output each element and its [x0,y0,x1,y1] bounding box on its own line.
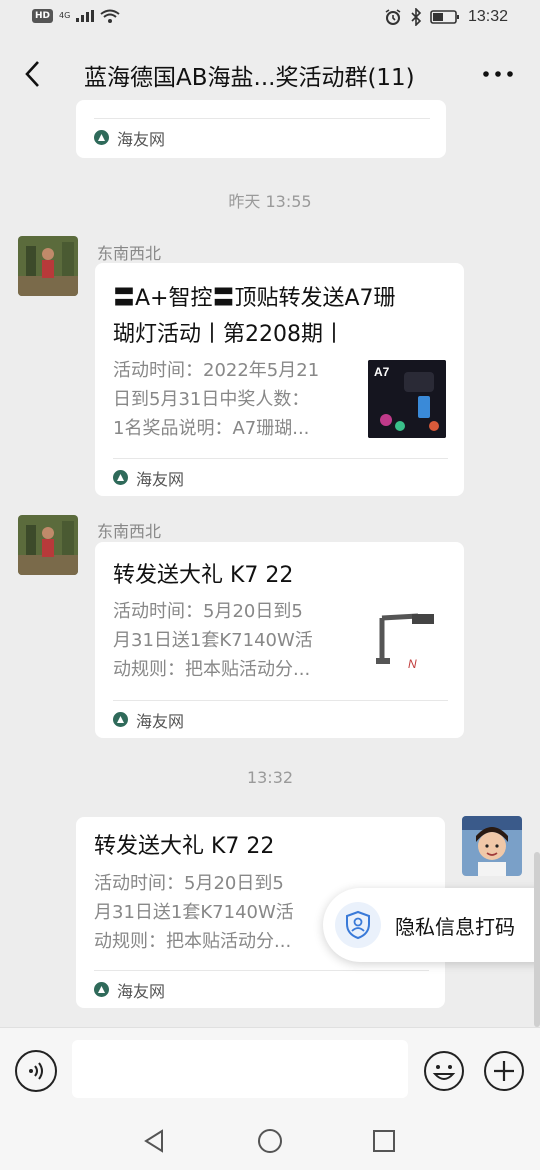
source-logo-icon [94,982,109,997]
card-thumbnail: N [368,602,446,680]
more-dots-icon [483,71,513,77]
card-desc-line: 月31日送1套K7140W活 [94,902,294,923]
source-logo-icon [113,470,128,485]
card-title-line: 〓A+智控〓顶贴转发送A7珊 [113,286,396,311]
status-right: 13:32 [384,8,508,26]
message-input[interactable] [72,1040,408,1098]
card-source: 海友网 [113,700,448,738]
square-recents-icon [373,1130,395,1152]
more-functions-button[interactable] [483,1050,525,1092]
privacy-shield-icon [335,902,381,948]
system-recents-button[interactable] [367,1124,401,1158]
status-left: HD 4G [32,9,120,23]
hd-badge: HD [32,9,54,23]
network-type: 4G [59,11,71,20]
thumb-label: A7 [374,365,390,379]
source-label: 海友网 [136,711,185,731]
clock: 13:32 [467,8,508,25]
link-card[interactable]: 〓A+智控〓顶贴转发送A7珊 瑚灯活动丨第2208期丨 活动时间：2022年5月… [95,263,464,496]
privacy-mask-button[interactable]: 隐私信息打码 [323,888,540,962]
card-description: 活动时间：5月20日到5 月31日送1套K7140W活 动规则：把本贴活动分..… [94,869,294,956]
card-description: 活动时间：5月20日到5 月31日送1套K7140W活 动规则：把本贴活动分..… [113,597,313,684]
smiley-icon [424,1051,464,1091]
system-back-button[interactable] [137,1124,171,1158]
card-desc-line: 日到5月31日中奖人数： [113,389,310,410]
card-source: 海友网 [113,458,448,496]
source-label: 海友网 [117,129,166,149]
card-desc-line: 动规则：把本贴活动分... [113,659,311,680]
bluetooth-icon [411,8,422,26]
battery-icon [430,10,459,24]
signal-icon [76,10,95,22]
card-title: 转发送大礼 K7 22 [113,563,294,588]
card-desc-line: 活动时间：2022年5月21 [113,360,320,381]
chat-title: 蓝海德国AB海盐...奖活动群(11) [84,65,415,91]
plus-icon [484,1051,524,1091]
card-source: 海友网 [94,970,429,1008]
sender-name: 东南西北 [97,522,162,541]
scrollbar[interactable] [534,852,540,1027]
circle-home-icon [258,1129,282,1153]
voice-button[interactable] [15,1050,57,1092]
wifi-icon [100,9,120,23]
self-avatar[interactable] [462,816,522,876]
system-nav-bar [0,1110,540,1170]
source-label: 海友网 [117,981,166,1001]
card-source: 海友网 [94,118,430,156]
thumb-label: N [408,657,417,671]
avatar[interactable] [18,515,78,575]
sender-name: 东南西北 [97,244,162,263]
status-bar: HD 4G 13:32 [0,0,540,38]
triangle-back-icon [144,1129,163,1153]
source-logo-icon [94,130,109,145]
card-description: 活动时间：2022年5月21 日到5月31日中奖人数： 1名奖品说明：A7珊瑚.… [113,356,319,443]
card-thumbnail: A7 [368,360,446,438]
card-desc-line: 活动时间：5月20日到5 [113,601,303,622]
timestamp: 昨天 13:55 [228,192,312,211]
card-title: 〓A+智控〓顶贴转发送A7珊 瑚灯活动丨第2208期丨 [113,281,446,353]
card-title: 转发送大礼 K7 22 [94,834,275,859]
input-bar [0,1027,540,1110]
card-title-line: 瑚灯活动丨第2208期丨 [113,322,345,347]
alarm-icon [385,9,401,25]
more-button[interactable] [478,58,518,90]
privacy-mask-label: 隐私信息打码 [395,914,515,939]
back-button[interactable] [14,54,50,94]
card-desc-line: 月31日送1套K7140W活 [113,630,313,651]
link-card[interactable]: 转发送大礼 K7 22 活动时间：5月20日到5 月31日送1套K7140W活 … [95,542,464,738]
card-desc-line: 活动时间：5月20日到5 [94,873,284,894]
source-label: 海友网 [136,469,185,489]
system-home-button[interactable] [253,1124,287,1158]
card-desc-line: 动规则：把本贴活动分... [94,931,292,952]
link-card-partial[interactable]: 海友网 [76,100,446,158]
chevron-left-icon [25,61,39,87]
voice-icon [29,1062,43,1080]
card-desc-line: 1名奖品说明：A7珊瑚... [113,418,310,439]
emoji-button[interactable] [423,1050,465,1092]
source-logo-icon [113,712,128,727]
avatar[interactable] [18,236,78,296]
timestamp: 13:32 [246,768,294,787]
